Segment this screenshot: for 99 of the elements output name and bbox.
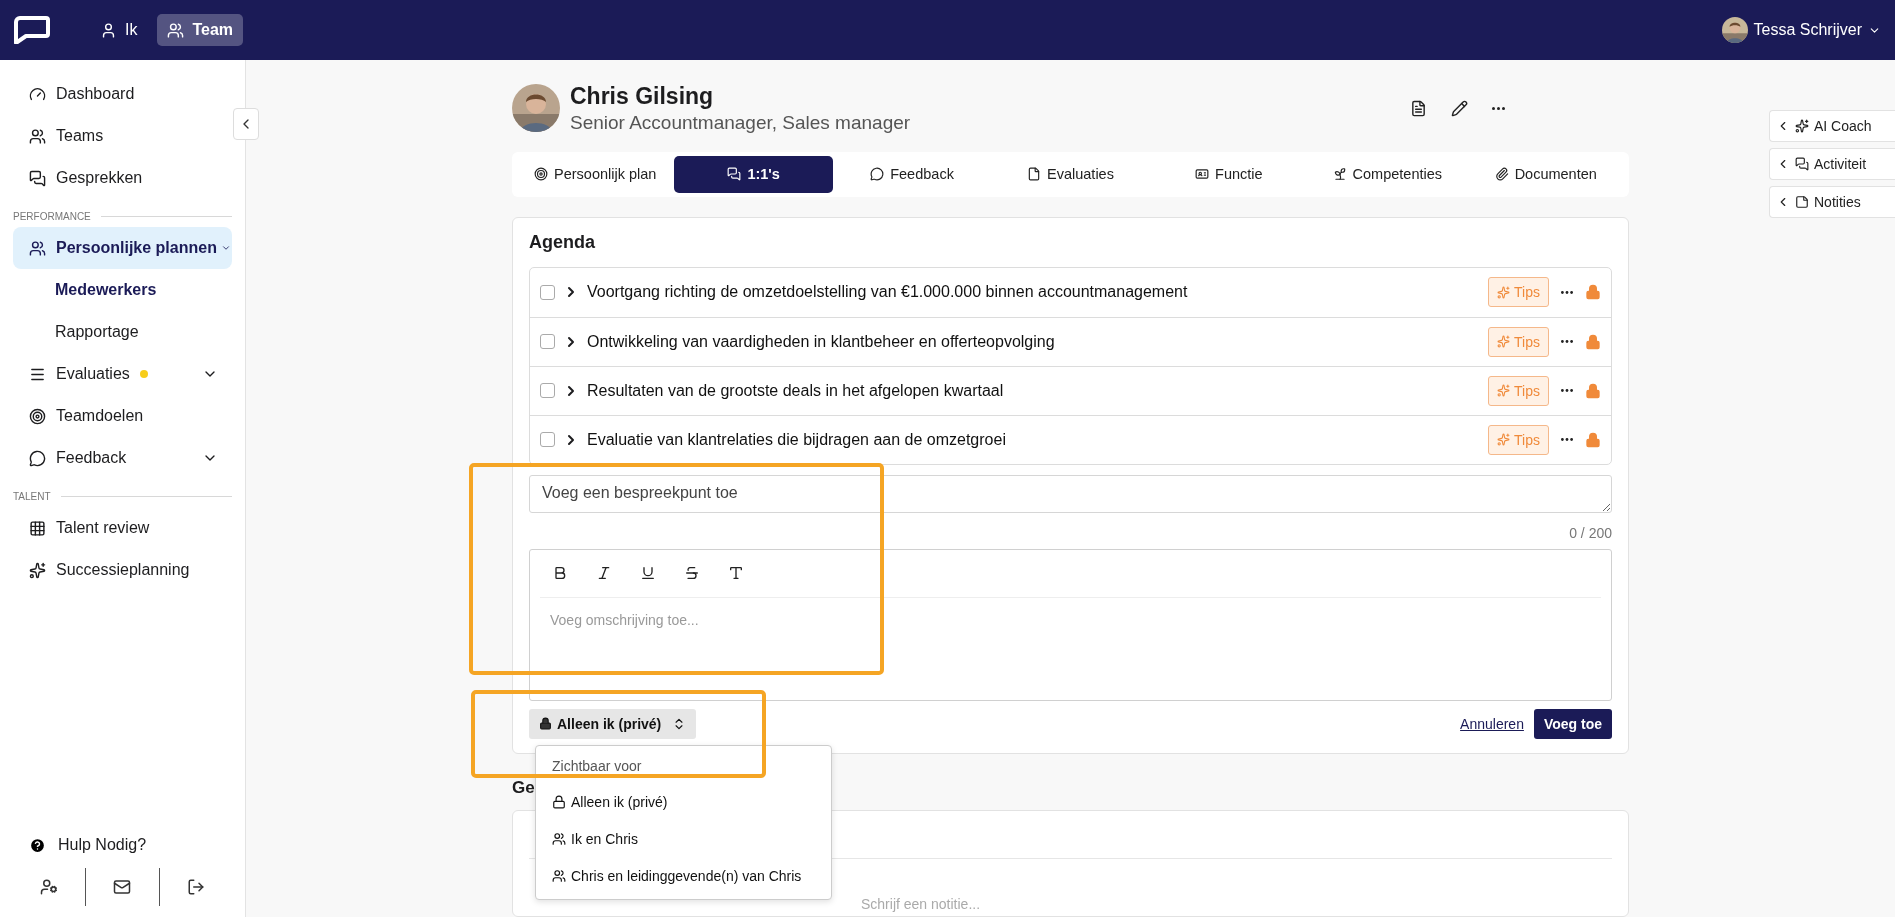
pencil-icon xyxy=(1451,99,1468,117)
document-icon xyxy=(1027,167,1041,182)
sparkles-icon xyxy=(1795,119,1809,133)
profile-role: Senior Accountmanager, Sales manager xyxy=(570,111,911,134)
lock-icon xyxy=(1585,431,1601,448)
section-title: Agenda xyxy=(529,231,596,253)
help-link[interactable]: Hulp Nodig? xyxy=(13,825,232,865)
user-menu[interactable]: Tessa Schrijver xyxy=(1721,17,1881,43)
editor-placeholder: Voeg omschrijving toe... xyxy=(549,610,700,630)
sidebar-item[interactable]: Dashboard xyxy=(13,73,232,115)
envelope-icon xyxy=(113,878,132,896)
speech-bubble-icon xyxy=(870,167,885,182)
user-gear-icon xyxy=(40,878,59,896)
people-icon xyxy=(552,869,566,884)
tab[interactable]: Persoonlijk plan xyxy=(516,155,675,193)
tab[interactable]: 1:1's xyxy=(674,155,833,193)
id-card-icon xyxy=(1195,167,1210,182)
menu-option[interactable]: Alleen ik (privé) xyxy=(536,783,831,821)
tab[interactable]: Evaluaties xyxy=(991,155,1150,193)
note-icon xyxy=(1795,195,1809,209)
ellipsis-icon xyxy=(1492,106,1505,110)
gauge-icon xyxy=(29,85,46,103)
lock-icon xyxy=(1585,382,1601,399)
chat-bubbles-icon xyxy=(29,169,46,187)
paperclip-icon xyxy=(1494,167,1509,182)
ellipsis-icon xyxy=(1561,438,1573,442)
ellipsis-icon xyxy=(1561,290,1573,294)
grid-icon xyxy=(29,519,46,537)
collapse-button[interactable] xyxy=(233,108,259,140)
target-icon xyxy=(29,407,46,425)
sparkles-icon xyxy=(1497,285,1511,299)
section-title: Ge xyxy=(512,777,535,798)
sidebar-item[interactable]: Teamdoelen xyxy=(13,395,232,437)
strikethrough-icon xyxy=(684,565,700,582)
sparkles-icon xyxy=(29,561,46,579)
chat-bubbles-icon xyxy=(1795,157,1809,171)
lock-icon xyxy=(1585,284,1601,301)
ellipsis-icon xyxy=(1561,340,1573,344)
checkbox[interactable] xyxy=(540,284,555,300)
cancel-link[interactable]: Annuleren xyxy=(1460,715,1524,732)
section-label: PERFORMANCE xyxy=(13,210,91,222)
tab[interactable]: Competenties xyxy=(1308,155,1467,193)
bold-icon xyxy=(552,565,568,582)
sidebar-item[interactable]: Gesprekken xyxy=(13,157,232,199)
menu-option[interactable]: Ik en Chris xyxy=(536,820,831,858)
character-counter: 0 / 200 xyxy=(1568,524,1612,541)
visibility-select[interactable]: Alleen ik (privé) xyxy=(529,708,697,739)
italic-icon xyxy=(596,565,612,582)
sidebar-item[interactable]: Teams xyxy=(13,115,232,157)
people-icon xyxy=(29,127,46,145)
sidebar-item[interactable]: Talent review xyxy=(13,507,232,549)
agenda-item-title: Resultaten van de grootste deals in het afgelopen kwartaal xyxy=(587,381,1005,400)
agenda-item-title: Voortgang richting de omzetdoelstelling van €1.000.000 binnen accountmanagement xyxy=(587,283,1189,302)
tab[interactable]: Documenten xyxy=(1466,155,1625,193)
agenda-item-title: Evaluatie van klantrelaties die bijdragen aan de omzetgroei xyxy=(587,430,1007,449)
profile-name: Chris Gilsing xyxy=(570,82,715,110)
person-icon xyxy=(100,21,117,39)
side-panel-tab[interactable]: AI Coach xyxy=(1769,110,1895,142)
lock-icon xyxy=(1585,333,1601,350)
agenda-input-field[interactable]: Voeg een bespreekpunt toe xyxy=(529,474,1612,513)
nav-tab[interactable]: Team xyxy=(157,14,244,46)
sidebar-item[interactable]: Successieplanning xyxy=(13,549,232,591)
people-icon xyxy=(552,832,566,847)
agenda-item-title: Ontwikkeling van vaardigheden in klantbeheer en offerteopvolging xyxy=(587,332,1056,351)
people-icon xyxy=(29,239,46,257)
sidebar-subitem[interactable]: Medewerkers xyxy=(13,269,232,311)
sidebar-subitem[interactable]: Rapportage xyxy=(13,311,232,353)
chat-bubbles-icon xyxy=(727,167,742,182)
sidebar-item[interactable]: Persoonlijke plannen xyxy=(13,227,232,269)
underline-icon xyxy=(640,565,656,582)
tab[interactable]: Functie xyxy=(1149,155,1309,193)
checkbox[interactable] xyxy=(540,383,555,399)
help-icon xyxy=(29,836,46,854)
lock-icon xyxy=(539,717,552,731)
sidebar-item[interactable]: Feedback xyxy=(13,437,232,479)
sparkles-icon xyxy=(1497,433,1511,447)
checkbox[interactable] xyxy=(540,334,555,350)
document-icon xyxy=(1410,99,1427,117)
speech-bubble-icon xyxy=(29,449,46,467)
menu-header: Zichtbaar voor xyxy=(551,756,643,776)
ellipsis-icon xyxy=(1561,389,1573,393)
checkbox[interactable] xyxy=(540,432,555,448)
sparkles-icon xyxy=(1497,335,1511,349)
submit-button[interactable]: Voeg toe xyxy=(1533,708,1612,739)
nav-tab[interactable]: Ik xyxy=(90,14,148,46)
sparkles-icon xyxy=(1497,384,1511,398)
side-panel-tab[interactable]: Activiteit xyxy=(1769,148,1895,180)
section-label: TALENT xyxy=(13,490,51,502)
text-size-icon xyxy=(728,565,744,582)
sprout-icon xyxy=(1332,167,1347,182)
lock-icon xyxy=(552,795,566,810)
tab[interactable]: Feedback xyxy=(832,155,992,193)
people-icon xyxy=(167,21,185,39)
target-icon xyxy=(534,167,548,182)
side-panel-tab[interactable]: Notities xyxy=(1769,186,1895,218)
logo xyxy=(14,16,50,44)
menu-option[interactable]: Chris en leidinggevende(n) van Chris xyxy=(536,857,831,895)
logout-icon xyxy=(186,878,205,896)
sidebar-item[interactable]: Evaluaties xyxy=(13,353,232,395)
